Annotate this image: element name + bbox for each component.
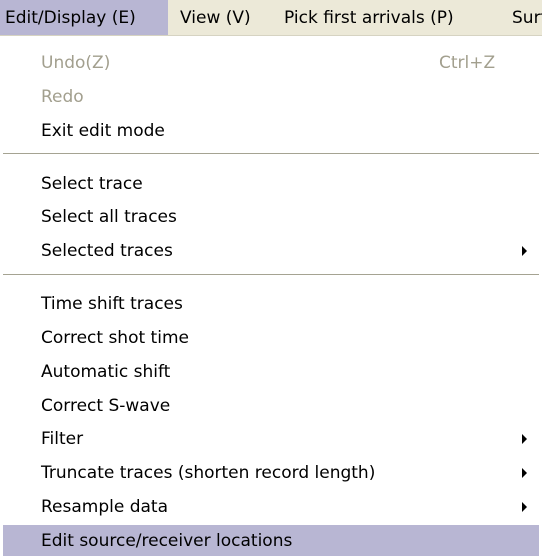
menu-item-correct-s-wave[interactable]: Correct S-wave: [0, 390, 542, 422]
menu-item-automatic-shift-label: Automatic shift: [41, 362, 171, 382]
menu-item-edit-source-receiver-locations[interactable]: Edit source/receiver locations: [3, 525, 539, 556]
menubar-surf[interactable]: Surf...: [512, 0, 542, 35]
submenu-arrow-icon: [522, 434, 527, 444]
menu-item-truncate-traces-label: Truncate traces (shorten record length): [41, 463, 376, 483]
menu-item-selected-traces[interactable]: Selected traces: [0, 235, 542, 267]
menu-bar: Edit/Display (E) View (V) Pick first arr…: [0, 0, 542, 36]
menu-item-select-trace-label: Select trace: [41, 174, 143, 194]
menu-item-time-shift-traces-label: Time shift traces: [41, 294, 183, 314]
menu-separator-2: [3, 274, 539, 276]
menu-item-filter[interactable]: Filter: [0, 423, 542, 455]
menu-item-undo: Undo(Z) Ctrl+Z: [0, 47, 542, 79]
menu-item-selected-traces-label: Selected traces: [41, 241, 173, 261]
menubar-edit-display[interactable]: Edit/Display (E): [0, 0, 168, 35]
submenu-arrow-icon: [522, 246, 527, 256]
menu-item-time-shift-traces[interactable]: Time shift traces: [0, 288, 542, 320]
menu-item-filter-label: Filter: [41, 429, 84, 449]
menubar-pick-first-arrivals[interactable]: Pick first arrivals (P): [284, 0, 454, 35]
menu-item-resample-data-label: Resample data: [41, 497, 169, 517]
menu-item-correct-shot-time[interactable]: Correct shot time: [0, 322, 542, 354]
menu-item-redo: Redo: [0, 81, 542, 113]
menu-item-undo-label: Undo(Z): [41, 53, 111, 73]
menubar-view[interactable]: View (V): [180, 0, 251, 35]
menu-separator-1: [3, 153, 539, 155]
menu-item-undo-shortcut: Ctrl+Z: [439, 53, 496, 73]
menu-item-correct-s-wave-label: Correct S-wave: [41, 396, 171, 416]
menu-item-resample-data[interactable]: Resample data: [0, 491, 542, 523]
menu-item-truncate-traces[interactable]: Truncate traces (shorten record length): [0, 457, 542, 489]
menu-item-automatic-shift[interactable]: Automatic shift: [0, 356, 542, 388]
submenu-arrow-icon: [522, 468, 527, 478]
menu-item-exit-edit-mode[interactable]: Exit edit mode: [0, 115, 542, 147]
menu-item-select-trace[interactable]: Select trace: [0, 168, 542, 200]
menu-item-redo-label: Redo: [41, 87, 84, 107]
submenu-arrow-icon: [522, 502, 527, 512]
edit-display-dropdown-menu: Undo(Z) Ctrl+Z Redo Exit edit mode Selec…: [0, 36, 542, 556]
menu-item-correct-shot-time-label: Correct shot time: [41, 328, 189, 348]
menu-item-exit-edit-mode-label: Exit edit mode: [41, 121, 165, 141]
menu-item-edit-source-receiver-locations-label: Edit source/receiver locations: [41, 531, 293, 551]
menu-item-select-all-traces-label: Select all traces: [41, 207, 177, 227]
menu-item-select-all-traces[interactable]: Select all traces: [0, 201, 542, 233]
